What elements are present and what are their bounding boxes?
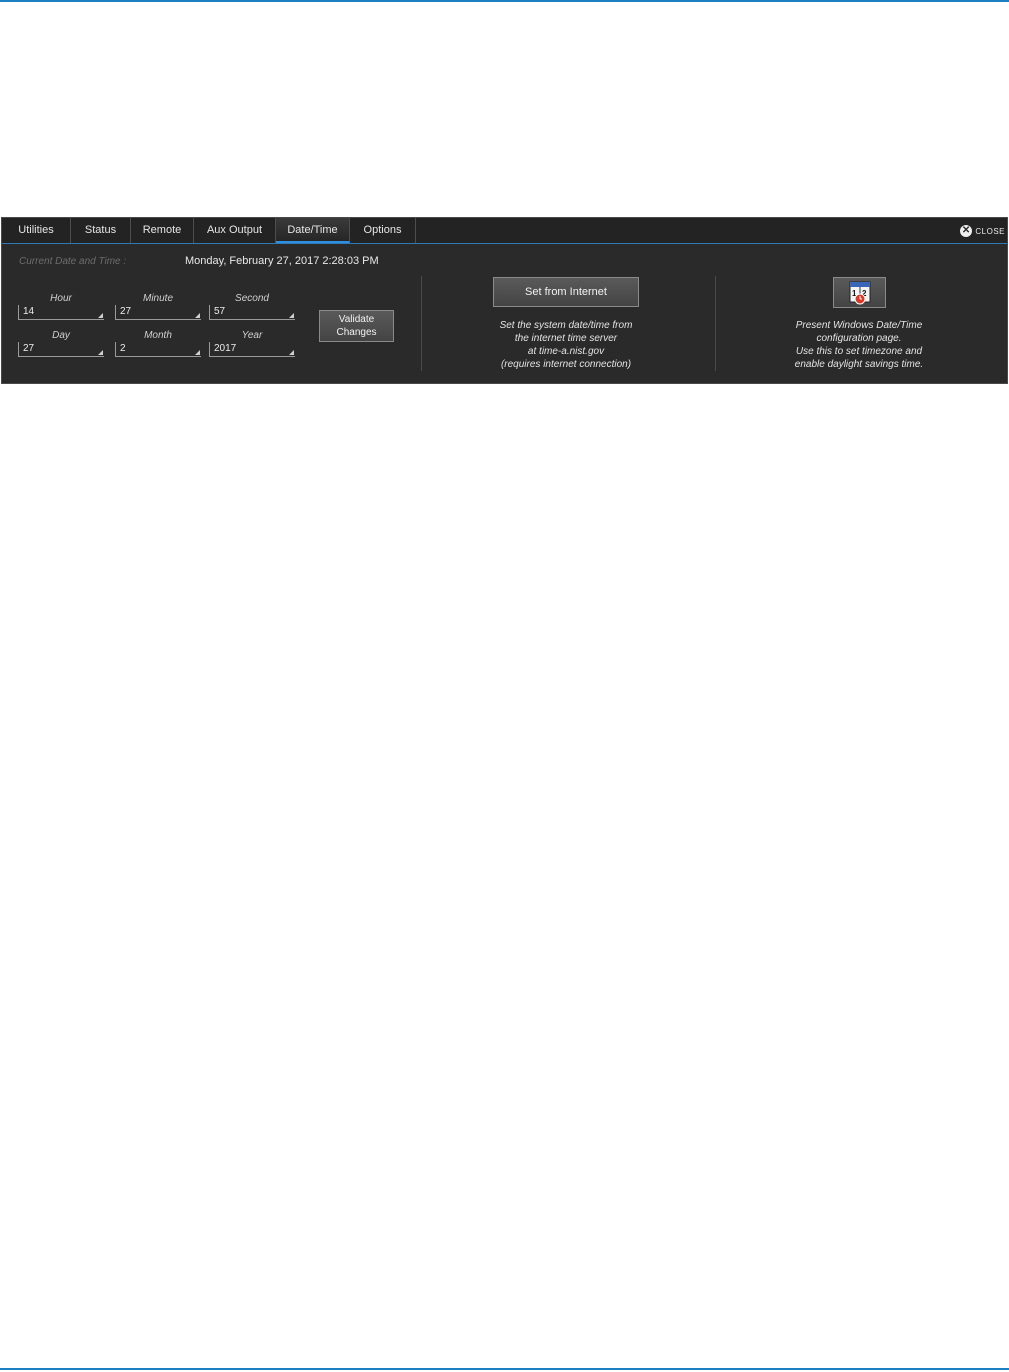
windows-description: Present Windows Date/Time configuration … (754, 319, 964, 371)
tab-status[interactable]: Status (71, 218, 131, 243)
close-icon: ✕ (960, 225, 973, 237)
validate-line2: Changes (336, 327, 377, 338)
datetime-panel: Utilities Status Remote Aux Output Date/… (1, 217, 1008, 384)
validate-changes-button[interactable]: Validate Changes (319, 310, 394, 342)
windows-desc-line: Use this to set timezone and (795, 346, 923, 357)
validate-line1: Validate (338, 314, 375, 325)
day-field[interactable]: 27 (18, 342, 104, 357)
calendar-clock-icon: 1 2 (849, 281, 870, 305)
month-field[interactable]: 2 (115, 342, 201, 357)
tab-remote[interactable]: Remote (131, 218, 194, 243)
dropdown-corner-icon (289, 313, 294, 318)
tab-utilities[interactable]: Utilities (2, 218, 71, 243)
dropdown-corner-icon (98, 350, 103, 355)
internet-desc-line: Set the system date/time from (499, 320, 633, 331)
section-divider (421, 276, 422, 371)
windows-desc-line: enable daylight savings time. (794, 359, 924, 370)
dropdown-corner-icon (195, 350, 200, 355)
hour-label: Hour (50, 293, 72, 304)
dropdown-corner-icon (195, 313, 200, 318)
windows-datetime-button[interactable]: 1 2 (833, 277, 886, 308)
top-rule (0, 0, 1009, 2)
current-datetime-value: Monday, February 27, 2017 2:28:03 PM (185, 255, 379, 267)
year-value: 2017 (214, 343, 237, 354)
dropdown-corner-icon (289, 350, 294, 355)
tab-options[interactable]: Options (350, 218, 416, 243)
internet-desc-line: (requires internet connection) (500, 359, 632, 370)
year-label: Year (241, 330, 263, 341)
close-label: CLOSE (975, 226, 1005, 236)
minute-field[interactable]: 27 (115, 305, 201, 320)
tab-aux-output[interactable]: Aux Output (194, 218, 276, 243)
bottom-rule (0, 1368, 1009, 1370)
hour-field[interactable]: 14 (18, 305, 104, 320)
minute-value: 27 (120, 306, 132, 317)
close-button[interactable]: ✕ CLOSE (960, 224, 1005, 238)
section-divider (715, 276, 716, 371)
tab-datetime[interactable]: Date/Time (276, 218, 350, 243)
internet-desc-line: at time-a.nist.gov (527, 346, 605, 357)
hour-value: 14 (23, 306, 35, 317)
second-value: 57 (214, 306, 226, 317)
minute-label: Minute (142, 293, 173, 304)
internet-desc-line: the internet time server (514, 333, 618, 344)
tab-bar: Utilities Status Remote Aux Output Date/… (2, 218, 1007, 244)
day-label: Day (52, 330, 70, 341)
year-field[interactable]: 2017 (209, 342, 295, 357)
set-from-internet-button[interactable]: Set from Internet (493, 277, 639, 307)
current-datetime-label: Current Date and Time : (19, 256, 127, 267)
windows-desc-line: Present Windows Date/Time (795, 320, 923, 331)
internet-description: Set the system date/time from the intern… (461, 319, 671, 371)
month-label: Month (144, 330, 172, 341)
windows-desc-line: configuration page. (816, 333, 902, 344)
day-value: 27 (23, 343, 35, 354)
month-value: 2 (120, 343, 126, 354)
second-field[interactable]: 57 (209, 305, 295, 320)
second-label: Second (235, 293, 269, 304)
dropdown-corner-icon (98, 313, 103, 318)
